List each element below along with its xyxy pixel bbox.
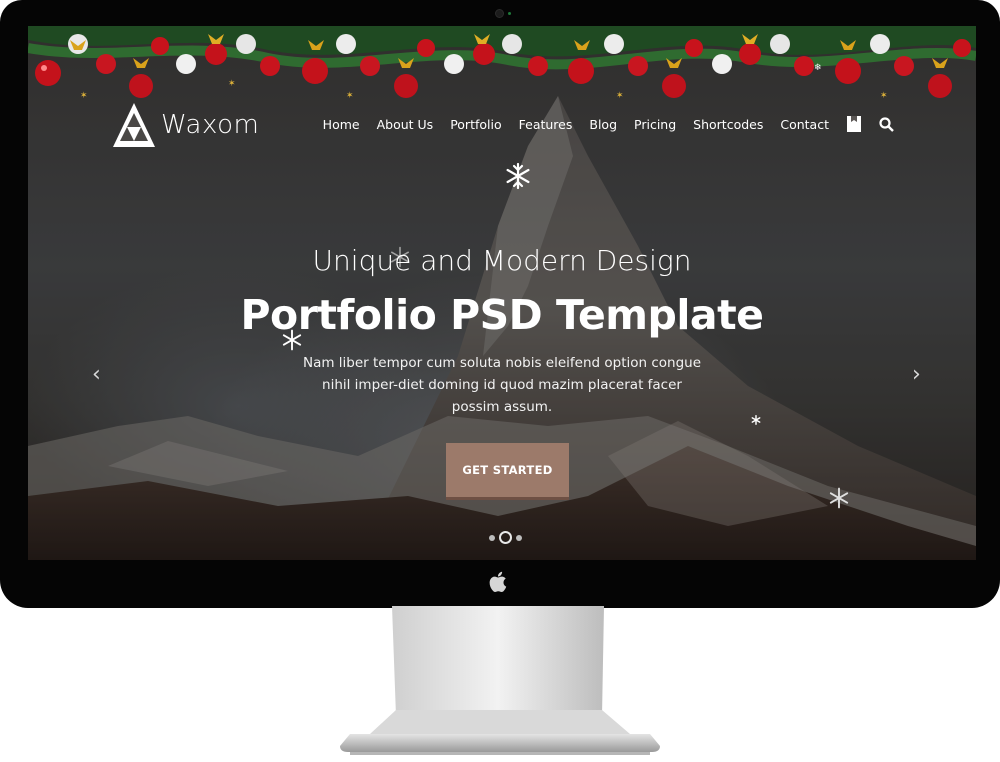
christmas-garland: ✶ ✶ ✶ ✶ ❄ ✶	[28, 26, 976, 100]
svg-text:❄: ❄	[814, 62, 822, 72]
monitor-stand	[340, 606, 660, 755]
svg-text:✶: ✶	[880, 90, 888, 100]
monitor-bezel: ✶ ✶ ✶ ✶ ❄ ✶ Waxom Home About Us Portfoli…	[0, 0, 1000, 608]
camera-led	[508, 12, 511, 15]
svg-text:✶: ✶	[80, 90, 88, 100]
nav-item-contact[interactable]: Contact	[780, 117, 829, 132]
slider-next-arrow-icon[interactable]: ›	[912, 362, 921, 387]
hero-description: Nam liber tempor cum soluta nobis eleife…	[302, 355, 702, 415]
bookmark-icon[interactable]	[847, 116, 861, 132]
snowflake-icon	[829, 487, 849, 509]
nav-item-home[interactable]: Home	[323, 117, 360, 132]
slider-dot-1[interactable]	[489, 534, 495, 541]
site-logo[interactable]: Waxom	[111, 101, 259, 149]
snowflake-icon	[751, 415, 761, 425]
website-screen: ✶ ✶ ✶ ✶ ❄ ✶ Waxom Home About Us Portfoli…	[28, 26, 976, 560]
svg-text:✶: ✶	[616, 90, 624, 100]
logo-text: Waxom	[161, 110, 260, 140]
triangle-logo-icon	[113, 103, 155, 147]
svg-text:✶: ✶	[346, 90, 354, 100]
apple-logo-icon	[489, 571, 507, 592]
nav-item-blog[interactable]: Blog	[589, 117, 617, 132]
snowflake-icon	[506, 162, 530, 190]
hero-subtitle: Unique and Modern Design	[312, 244, 692, 277]
main-nav: Home About Us Portfolio Features Blog Pr…	[306, 112, 894, 136]
slider-dot-3[interactable]	[516, 534, 522, 541]
camera	[495, 9, 504, 18]
nav-item-about-us[interactable]: About Us	[377, 117, 434, 132]
search-icon[interactable]	[879, 116, 894, 132]
svg-text:✶: ✶	[228, 78, 236, 88]
get-started-button[interactable]: GET STARTED	[446, 443, 569, 497]
slider-pagination	[489, 531, 522, 544]
nav-item-pricing[interactable]: Pricing	[634, 117, 676, 132]
slider-dot-2[interactable]	[499, 531, 512, 544]
slider-prev-arrow-icon[interactable]: ‹	[92, 362, 101, 387]
nav-item-features[interactable]: Features	[519, 117, 573, 132]
nav-item-portfolio[interactable]: Portfolio	[450, 117, 501, 132]
hero-title: Portfolio PSD Template	[240, 291, 764, 339]
nav-item-shortcodes[interactable]: Shortcodes	[693, 117, 763, 132]
